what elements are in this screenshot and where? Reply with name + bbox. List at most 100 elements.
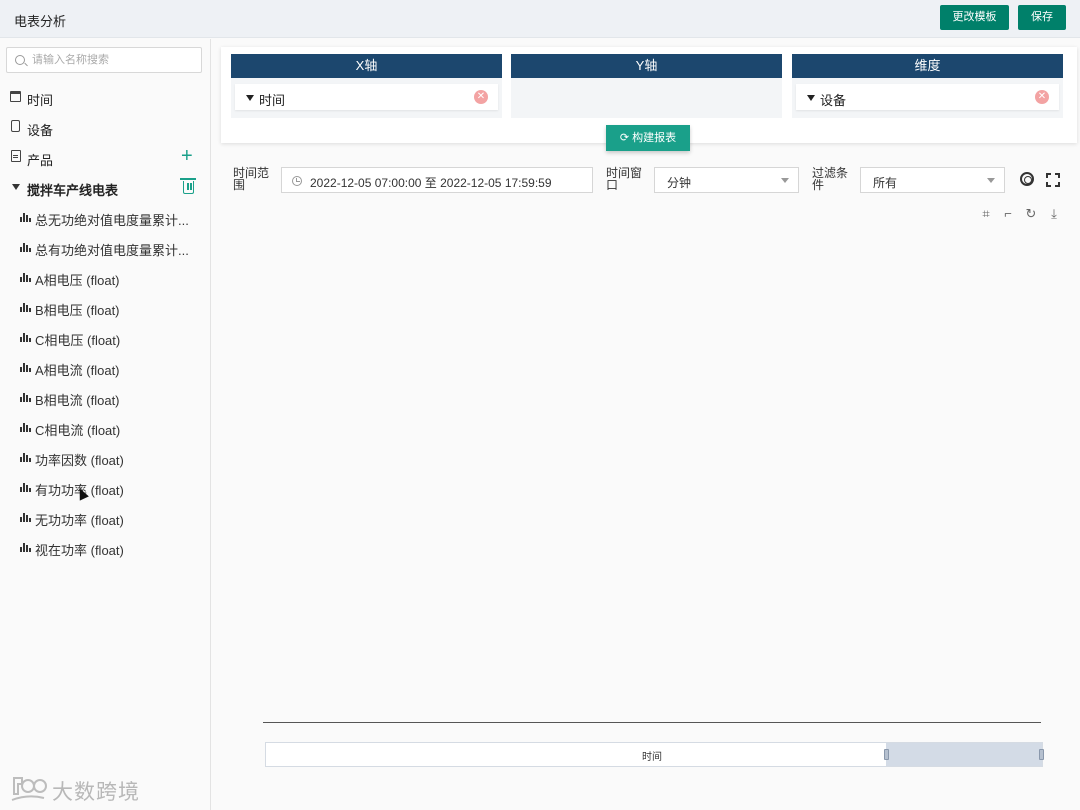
filter-select[interactable]: 所有 (860, 167, 1005, 193)
x-axis-dropzone[interactable]: 时间 ✕ (231, 78, 502, 118)
bar-chart-icon (20, 483, 31, 492)
metric-item[interactable]: 总无功绝对值电度量累计... (0, 202, 210, 232)
chip-label: 设备 (820, 93, 847, 108)
remove-icon[interactable]: ✕ (474, 90, 488, 104)
time-window-value: 分钟 (667, 176, 692, 190)
logo-text: 大数跨境 (52, 781, 140, 804)
refresh-icon: ⟳ (619, 132, 630, 144)
add-icon[interactable]: + (181, 146, 193, 166)
filter-label: 过滤条件 (812, 166, 849, 192)
time-range-picker[interactable]: 2022-12-05 07:00:00 至 2022-12-05 17:59:5… (281, 167, 593, 193)
time-range-value: 2022-12-05 07:00:00 至 2022-12-05 17:59:5… (310, 176, 552, 190)
clock-icon (292, 176, 302, 186)
zoom-select-icon[interactable]: ⌗ (979, 207, 993, 221)
metric-label: 总有功绝对值电度量累计... (35, 243, 189, 258)
metric-item[interactable]: 功率因数 (float) (0, 442, 210, 472)
dimension-column: 维度 设备 ✕ (792, 54, 1063, 119)
top-bar: 电表分析 更改模板 保存 (0, 0, 1080, 38)
bar-chart-icon (20, 543, 31, 552)
x-axis-line (263, 722, 1041, 723)
page-title: 电表分析 (14, 14, 67, 29)
bar-chart-icon (20, 273, 31, 282)
metric-label: 功率因数 (float) (35, 453, 124, 468)
caret-down-icon[interactable] (12, 184, 20, 190)
chevron-down-icon (987, 178, 995, 183)
metric-item[interactable]: B相电流 (float) (0, 382, 210, 412)
bar-chart-icon (20, 513, 31, 522)
datazoom-selection[interactable] (886, 743, 1042, 766)
sidebar-item-time[interactable]: 时间 (0, 82, 210, 112)
remove-icon[interactable]: ✕ (1035, 90, 1049, 104)
metric-label: C相电压 (float) (35, 333, 121, 348)
metric-label: B相电压 (float) (35, 303, 120, 318)
caret-down-icon[interactable] (246, 95, 254, 101)
x-axis-chip[interactable]: 时间 ✕ (235, 84, 498, 110)
metric-label: 有功功率 (float) (35, 483, 124, 498)
metric-item[interactable]: A相电流 (float) (0, 352, 210, 382)
bar-chart-icon (20, 423, 31, 432)
bar-chart-icon (20, 213, 31, 222)
search-box[interactable] (6, 47, 202, 73)
metric-item[interactable]: 视在功率 (float) (0, 532, 210, 562)
datazoom-handle-left[interactable] (884, 749, 889, 760)
device-icon (11, 120, 20, 132)
search-input[interactable] (32, 51, 197, 69)
document-icon (11, 150, 21, 162)
bar-chart-icon (20, 453, 31, 462)
bar-chart-icon (20, 393, 31, 402)
sidebar-item-label: 设备 (27, 123, 54, 138)
x-axis-header: X轴 (231, 54, 502, 78)
sidebar-item-device[interactable]: 设备 (0, 112, 210, 142)
logo-mark-icon (11, 777, 47, 801)
metric-item[interactable]: 无功功率 (float) (0, 502, 210, 532)
x-axis-column: X轴 时间 ✕ (231, 54, 502, 119)
metric-item[interactable]: 总有功绝对值电度量累计... (0, 232, 210, 262)
sidebar: 时间 设备 产品 + 搅拌车产线电表 总无功绝对值电度量累计... 总有功绝对值电… (0, 39, 211, 810)
time-window-label: 时间窗口 (606, 166, 643, 192)
sidebar-item-label: 时间 (27, 93, 54, 108)
change-template-button[interactable]: 更改模板 (940, 5, 1009, 30)
y-axis-header: Y轴 (511, 54, 782, 78)
chart-area (222, 230, 1072, 710)
bar-chart-icon (20, 303, 31, 312)
metric-label: 总无功绝对值电度量累计... (35, 213, 189, 228)
y-axis-column: Y轴 (511, 54, 782, 119)
trash-icon[interactable] (180, 178, 196, 194)
bar-chart-icon (20, 243, 31, 252)
download-icon[interactable]: ⤓ (1047, 207, 1061, 221)
metric-label: 无功功率 (float) (35, 513, 124, 528)
restore-icon[interactable]: ↻ (1024, 207, 1038, 221)
calendar-icon (10, 91, 21, 102)
caret-down-icon[interactable] (807, 95, 815, 101)
time-range-label: 时间范围 (233, 166, 270, 192)
dimension-dropzone[interactable]: 设备 ✕ (792, 78, 1063, 118)
fullscreen-icon[interactable] (1046, 173, 1060, 187)
build-report-button[interactable]: ⟳ 构建报表 (606, 125, 690, 151)
save-button[interactable]: 保存 (1018, 5, 1066, 30)
datazoom-slider[interactable]: 时间 (265, 742, 1044, 767)
sidebar-group-meter[interactable]: 搅拌车产线电表 (0, 172, 210, 202)
zoom-reset-icon[interactable]: ⌐ (1001, 207, 1015, 221)
filter-value: 所有 (873, 176, 898, 190)
dimension-header: 维度 (792, 54, 1063, 78)
bar-chart-icon (20, 333, 31, 342)
group-label: 搅拌车产线电表 (27, 183, 119, 198)
metric-item[interactable]: A相电压 (float) (0, 262, 210, 292)
metric-item[interactable]: C相电流 (float) (0, 412, 210, 442)
metric-label: 视在功率 (float) (35, 543, 124, 558)
metric-item[interactable]: 有功功率 (float) (0, 472, 210, 502)
gear-icon[interactable] (1020, 172, 1034, 186)
time-window-select[interactable]: 分钟 (654, 167, 799, 193)
dimension-chip[interactable]: 设备 ✕ (796, 84, 1059, 110)
metric-item[interactable]: B相电压 (float) (0, 292, 210, 322)
datazoom-handle-right[interactable] (1039, 749, 1044, 760)
metric-item[interactable]: C相电压 (float) (0, 322, 210, 352)
y-axis-dropzone[interactable] (511, 78, 782, 118)
build-report-label: 构建报表 (632, 132, 677, 144)
metric-label: C相电流 (float) (35, 423, 121, 438)
metric-label: B相电流 (float) (35, 393, 120, 408)
datazoom-label: 时间 (642, 752, 662, 763)
search-icon (15, 55, 25, 65)
sidebar-item-product[interactable]: 产品 + (0, 142, 210, 172)
chip-label: 时间 (259, 93, 286, 108)
